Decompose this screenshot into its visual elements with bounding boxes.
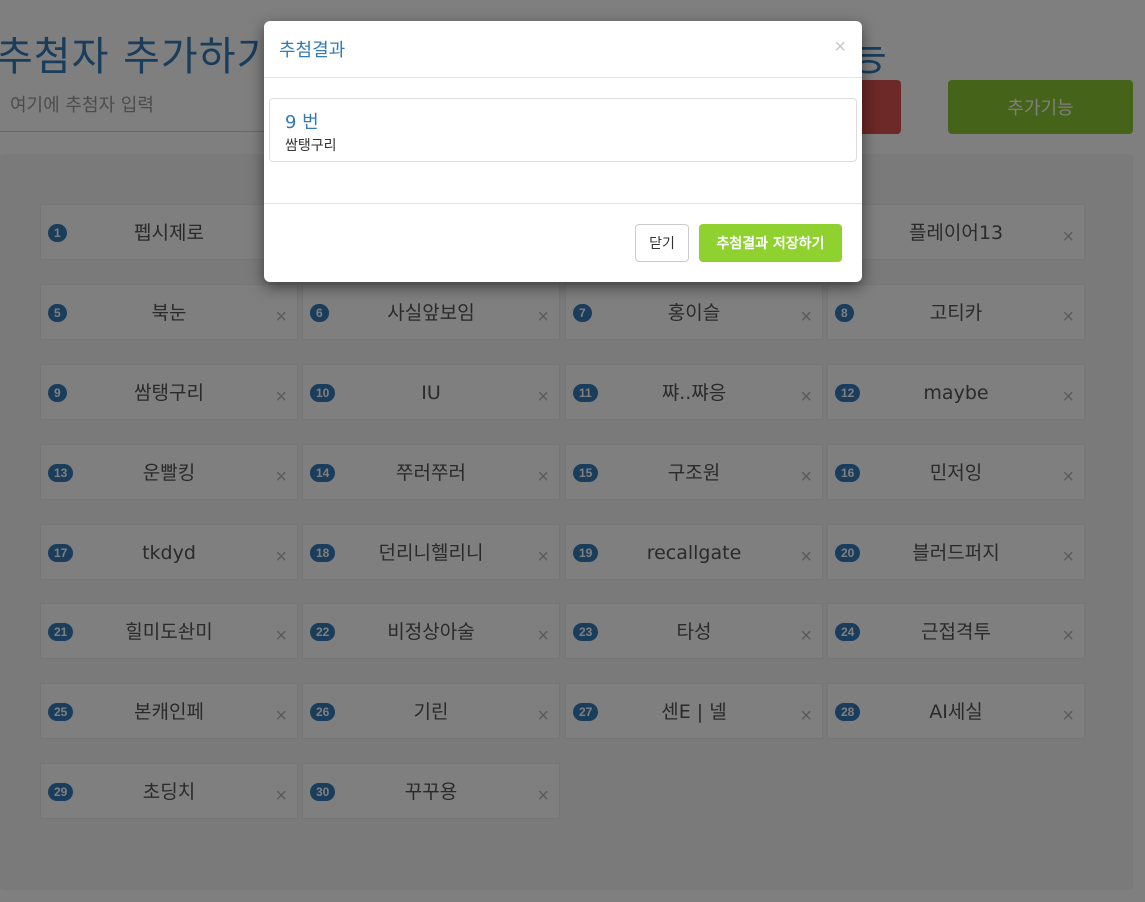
save-result-button[interactable]: 추첨결과 저장하기 bbox=[699, 224, 842, 262]
draw-result-modal: 추첨결과 × 9 번 쌈탱구리 닫기 추첨결과 저장하기 bbox=[264, 21, 862, 282]
modal-footer: 닫기 추첨결과 저장하기 bbox=[264, 203, 862, 283]
close-button[interactable]: 닫기 bbox=[635, 224, 689, 262]
modal-header: 추첨결과 × bbox=[264, 21, 862, 78]
result-box: 9 번 쌈탱구리 bbox=[269, 98, 857, 162]
result-number: 9 번 bbox=[285, 112, 319, 133]
result-name: 쌈탱구리 bbox=[285, 138, 337, 154]
modal-title: 추첨결과 bbox=[279, 40, 346, 61]
close-icon[interactable]: × bbox=[834, 37, 846, 57]
